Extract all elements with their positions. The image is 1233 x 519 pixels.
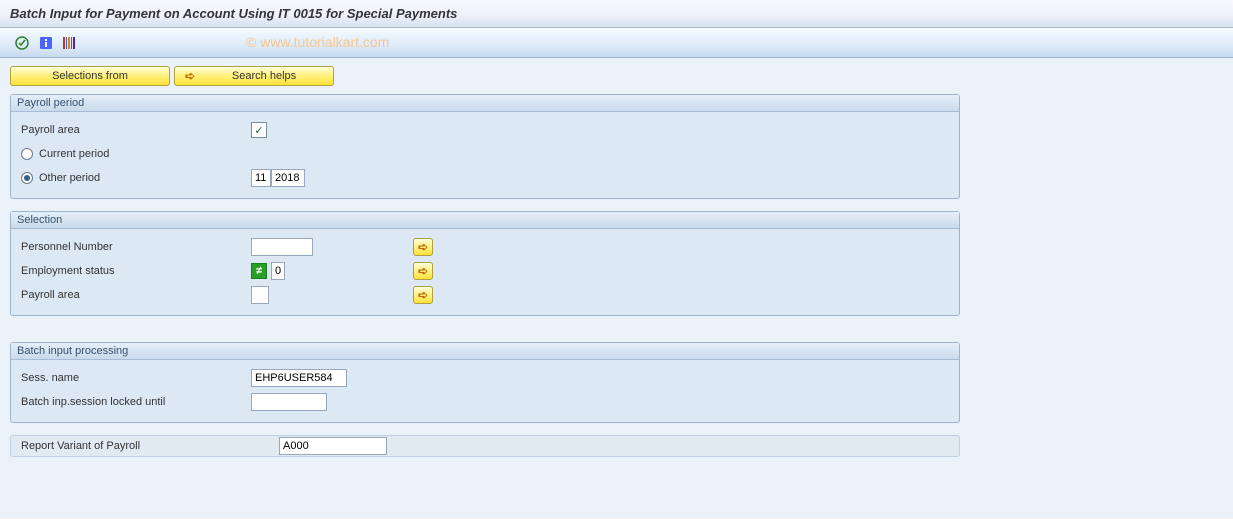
search-helps-label: Search helps (205, 70, 323, 82)
app-toolbar (0, 28, 1233, 58)
payroll-period-title: Payroll period (11, 95, 959, 112)
report-variant-row: Report Variant of Payroll (10, 435, 960, 457)
personnel-number-label: Personnel Number (21, 241, 251, 253)
other-period-month-input[interactable] (251, 169, 271, 187)
selection-title: Selection (11, 212, 959, 229)
locked-until-label: Batch inp.session locked until (21, 396, 251, 408)
other-period-radio[interactable] (21, 172, 33, 184)
arrow-right-icon: ➪ (185, 69, 195, 83)
payroll-area-checkbox[interactable]: ✓ (251, 122, 267, 138)
report-variant-input[interactable] (279, 437, 387, 455)
workspace: Selections from ➪ Search helps Payroll p… (0, 58, 1233, 518)
sess-name-input[interactable] (251, 369, 347, 387)
selection-payroll-area-label: Payroll area (21, 289, 251, 301)
search-helps-button[interactable]: ➪ Search helps (174, 66, 334, 86)
sess-name-label: Sess. name (21, 372, 251, 384)
barcode-icon[interactable] (62, 35, 78, 51)
locked-until-input[interactable] (251, 393, 327, 411)
personnel-number-input[interactable] (251, 238, 313, 256)
batch-input-title: Batch input processing (11, 343, 959, 360)
page-title: Batch Input for Payment on Account Using… (0, 0, 1233, 28)
selection-group: Selection Personnel Number ➪ Employment … (10, 211, 960, 316)
selections-from-button[interactable]: Selections from (10, 66, 170, 86)
current-period-radio[interactable] (21, 148, 33, 160)
other-period-year-input[interactable] (271, 169, 305, 187)
personnel-number-multi-button[interactable]: ➪ (413, 238, 433, 256)
button-row: Selections from ➪ Search helps (0, 58, 1233, 92)
not-equal-icon[interactable]: ≠ (251, 263, 267, 279)
arrow-right-icon: ➪ (418, 288, 428, 302)
employment-status-multi-button[interactable]: ➪ (413, 262, 433, 280)
payroll-period-group: Payroll period Payroll area ✓ Current pe… (10, 94, 960, 199)
batch-input-group: Batch input processing Sess. name Batch … (10, 342, 960, 423)
payroll-area-multi-button[interactable]: ➪ (413, 286, 433, 304)
current-period-label: Current period (39, 148, 109, 160)
payroll-area-label: Payroll area (21, 124, 251, 136)
other-period-label: Other period (39, 172, 100, 184)
selection-payroll-area-input[interactable] (251, 286, 269, 304)
selections-from-label: Selections from (52, 70, 128, 82)
check-icon: ✓ (254, 124, 263, 137)
employment-status-label: Employment status (21, 265, 251, 277)
page-title-text: Batch Input for Payment on Account Using… (10, 6, 457, 21)
arrow-right-icon: ➪ (418, 264, 428, 278)
employment-status-input[interactable] (271, 262, 285, 280)
report-variant-label: Report Variant of Payroll (21, 440, 279, 452)
info-icon[interactable] (38, 35, 54, 51)
execute-icon[interactable] (14, 35, 30, 51)
arrow-right-icon: ➪ (418, 240, 428, 254)
